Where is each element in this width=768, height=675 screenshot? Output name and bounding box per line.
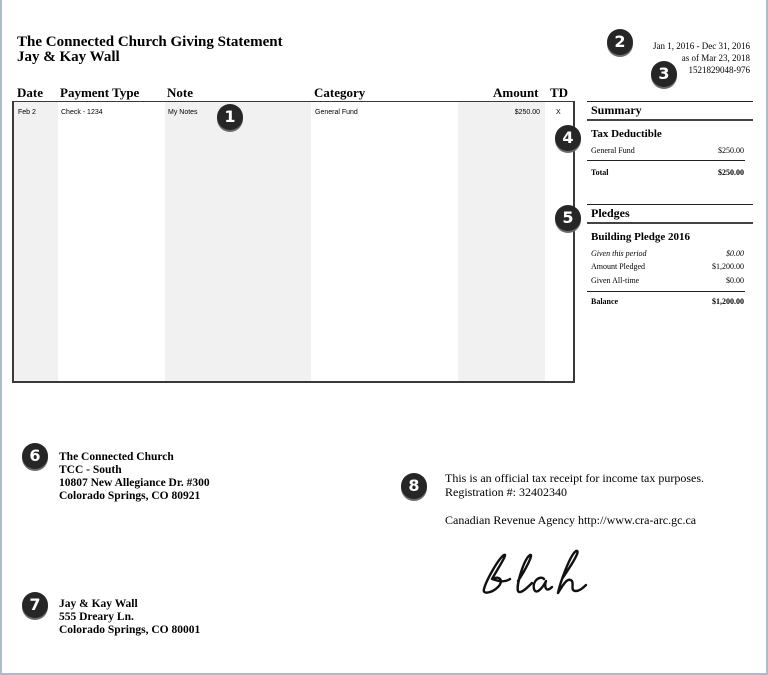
- annotation-badge-1: 1: [217, 104, 243, 130]
- tax-deductible-row: General Fund $250.00: [591, 146, 744, 155]
- signature-image: [482, 549, 588, 595]
- agency-line: Canadian Revenue Agency http://www.cra-a…: [445, 513, 697, 527]
- annotation-badge-2: 2: [607, 29, 633, 55]
- tax-receipt-note: This is an official tax receipt for inco…: [445, 471, 704, 527]
- amount-column: [458, 102, 545, 381]
- pledges-top-rule: [587, 204, 753, 205]
- pledges-heading: Pledges: [591, 206, 630, 220]
- church-address-line: TCC - South: [59, 464, 122, 476]
- statement-title: The Connected Church Giving Statement: [17, 34, 283, 50]
- column-header-category: Category: [314, 85, 366, 100]
- row-payment-type: Check - 1234: [61, 109, 103, 116]
- tax-deductible-value: $250.00: [718, 146, 744, 155]
- pledge-row-label: Amount Pledged: [591, 262, 645, 271]
- column-header-amount: Amount: [493, 85, 539, 100]
- church-address-line: The Connected Church: [59, 451, 174, 463]
- donor-address-line: 555 Dreary Ln.: [59, 611, 134, 623]
- date-column: [14, 102, 58, 381]
- donor-name: Jay & Kay Wall: [17, 49, 120, 65]
- tax-deductible-label: General Fund: [591, 146, 635, 155]
- pledge-row-label: Given All-time: [591, 276, 640, 285]
- date-range: Jan 1, 2016 - Dec 31, 2016: [653, 41, 750, 51]
- row-td: X: [556, 109, 561, 116]
- statement-title-block: The Connected Church Giving Statement Ja…: [17, 35, 283, 65]
- church-address-line: 10807 New Allegiance Dr. #300: [59, 477, 210, 489]
- annotation-badge-8: 8: [401, 473, 427, 499]
- total-value: $250.00: [718, 168, 744, 177]
- annotation-badge-7: 7: [22, 592, 48, 618]
- pledge-row: Given All-time $0.00: [591, 276, 744, 285]
- receipt-line: This is an official tax receipt for inco…: [445, 471, 705, 485]
- row-note: My Notes: [168, 109, 198, 116]
- pledge-row-value: $0.00: [726, 249, 744, 258]
- total-label: Total: [591, 168, 609, 177]
- row-amount: $250.00: [514, 109, 540, 116]
- church-address: The Connected Church TCC - South 10807 N…: [59, 451, 210, 503]
- annotation-badge-4: 4: [555, 125, 581, 151]
- donor-address-line: Colorado Springs, CO 80001: [59, 624, 201, 636]
- column-header-note: Note: [167, 85, 193, 100]
- pledge-row-label: Given this period: [591, 249, 647, 258]
- balance-value: $1,200.00: [712, 297, 744, 306]
- annotation-badge-6: 6: [22, 443, 48, 469]
- pledge-row: Given this period $0.00: [591, 249, 744, 258]
- summary-heading-rule: [587, 119, 753, 121]
- pledge-row-value: $1,200.00: [712, 262, 744, 271]
- balance-rule: [587, 291, 745, 292]
- column-header-date: Date: [17, 85, 43, 100]
- donor-address-line: Jay & Kay Wall: [59, 598, 138, 610]
- registration-number: Registration #: 32402340: [445, 485, 567, 499]
- balance-row: Balance $1,200.00: [591, 297, 744, 306]
- church-address-line: Colorado Springs, CO 80921: [59, 490, 201, 502]
- summary-top-rule: [587, 101, 753, 102]
- tax-deductible-heading: Tax Deductible: [591, 128, 662, 140]
- balance-label: Balance: [591, 297, 619, 306]
- pledge-row: Amount Pledged $1,200.00: [591, 262, 744, 271]
- tax-deductible-total-row: Total $250.00: [591, 168, 744, 177]
- donor-address: Jay & Kay Wall 555 Dreary Ln. Colorado S…: [59, 598, 200, 637]
- transactions-table: Feb 2 Check - 1234 My Notes General Fund…: [12, 101, 575, 383]
- pledge-name: Building Pledge 2016: [591, 231, 691, 243]
- annotation-badge-5: 5: [555, 205, 581, 231]
- pledge-row-value: $0.00: [726, 276, 744, 285]
- row-category: General Fund: [315, 109, 358, 116]
- column-header-td: TD: [550, 85, 569, 100]
- annotation-badge-3: 3: [651, 61, 677, 87]
- column-header-payment-type: Payment Type: [60, 85, 140, 100]
- summary-heading: Summary: [591, 103, 642, 117]
- pledges-heading-rule: [587, 222, 753, 224]
- note-column: [165, 102, 311, 381]
- row-date: Feb 2: [18, 109, 36, 116]
- total-rule: [587, 160, 745, 161]
